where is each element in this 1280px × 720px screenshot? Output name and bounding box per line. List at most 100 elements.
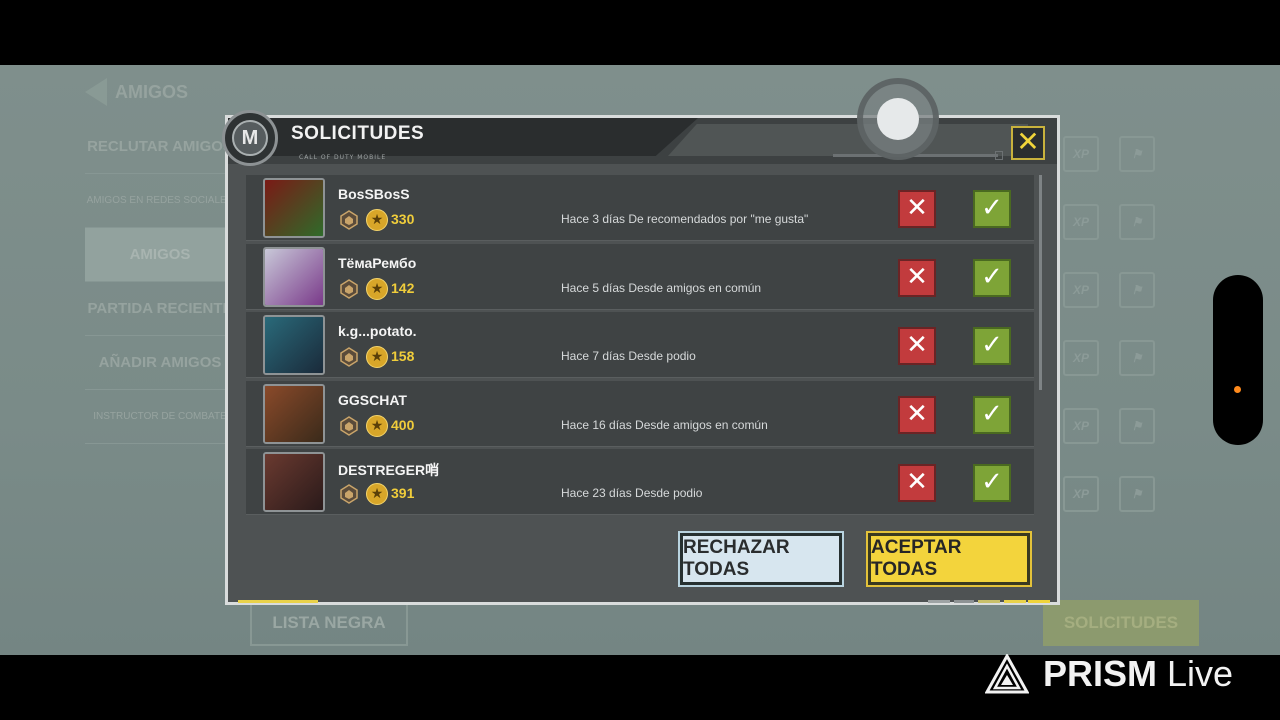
blacklist-button[interactable]: LISTA NEGRA	[250, 600, 408, 646]
player-level: 330	[391, 211, 415, 227]
bottom-dash	[954, 600, 974, 603]
bottom-dash	[1004, 600, 1026, 603]
request-row: BosSBosS ★ 330 Hace 3 días De recomendad…	[246, 175, 1034, 241]
player-avatar[interactable]	[263, 315, 325, 376]
player-name: k.g...potato.	[338, 323, 417, 340]
bottom-accent	[238, 600, 318, 603]
close-icon: ✕	[1016, 125, 1040, 158]
accept-request-button[interactable]: ✓	[973, 395, 1011, 434]
touch-indicator-center	[877, 98, 919, 140]
list-scrollbar[interactable]	[1039, 175, 1042, 390]
watermark-brand: PRISM	[1043, 653, 1158, 694]
request-row: k.g...potato. ★ 158 Hace 7 días Desde po…	[246, 312, 1034, 379]
player-name: BosSBosS	[338, 186, 410, 202]
player-level: 142	[391, 279, 415, 296]
request-source: Hace 7 días Desde podio	[561, 349, 696, 364]
player-avatar[interactable]	[263, 383, 325, 444]
friends-header[interactable]: AMIGOS	[85, 77, 188, 107]
gift-icon: ⚑	[1119, 136, 1155, 172]
player-level: 158	[391, 348, 415, 365]
avatar-image	[265, 248, 323, 305]
checkmark-icon: ✓	[981, 467, 1003, 498]
avatar-image	[265, 454, 323, 511]
request-source: Hace 5 días Desde amigos en común	[561, 280, 762, 295]
request-source: Hace 23 días Desde podio	[561, 486, 703, 501]
x-icon: ✕	[906, 330, 928, 361]
bottom-dash	[978, 600, 1000, 603]
prism-live-watermark: PRISM Live	[985, 653, 1233, 695]
friends-menu-item[interactable]: AMIGOS EN REDES SOCIALES	[85, 174, 235, 228]
header-slider-end	[995, 151, 1003, 160]
bottom-dash	[1028, 600, 1050, 603]
friends-menu-item[interactable]: INSTRUCTOR DE COMBATE	[85, 390, 235, 444]
requests-tab-button[interactable]: SOLICITUDES	[1043, 600, 1199, 646]
header-stripe	[668, 124, 1028, 156]
requests-dialog: SOLICITUDES CALL OF DUTY MOBILE ✕ M BosS…	[222, 110, 1060, 605]
gift-icon: ⚑	[1119, 408, 1155, 444]
request-source: Hace 3 días De recomendados por "me gust…	[561, 212, 809, 226]
avatar-image	[265, 180, 323, 236]
xp-icon: XP	[1063, 136, 1099, 172]
friends-menu-item[interactable]: PARTIDA RECIENTE	[85, 282, 235, 336]
level-star-icon: ★	[366, 209, 388, 231]
player-name: ТёмаРембо	[338, 254, 417, 271]
rank-badge-icon	[340, 484, 358, 505]
watermark-suffix: Live	[1167, 653, 1234, 694]
xp-icon: XP	[1063, 476, 1099, 512]
player-avatar[interactable]	[263, 246, 325, 307]
request-row: DESTREGER哨 ★ 391 Hace 23 días Desde podi…	[246, 449, 1034, 516]
reject-request-button[interactable]: ✕	[898, 464, 936, 503]
side-panel-row: XP ⚑	[1055, 324, 1205, 392]
side-panel-row: XP ⚑	[1055, 460, 1205, 528]
x-icon: ✕	[906, 193, 928, 223]
gift-icon: ⚑	[1119, 204, 1155, 240]
player-level: 391	[391, 485, 415, 502]
checkmark-icon: ✓	[981, 193, 1003, 223]
player-name: GGSCHAT	[338, 391, 407, 408]
accept-request-button[interactable]: ✓	[973, 258, 1011, 297]
accept-request-button[interactable]: ✓	[973, 464, 1011, 503]
rank-badge-icon	[340, 415, 358, 436]
reject-all-button[interactable]: RECHAZAR TODAS	[680, 533, 842, 585]
xp-icon: XP	[1063, 272, 1099, 308]
codm-logo-icon: M	[222, 110, 278, 166]
x-icon: ✕	[906, 261, 928, 292]
reject-request-button[interactable]: ✕	[898, 395, 936, 434]
player-avatar[interactable]	[263, 452, 325, 513]
reject-request-button[interactable]: ✕	[898, 327, 936, 366]
reject-request-button[interactable]: ✕	[898, 190, 936, 228]
level-star-icon: ★	[366, 414, 388, 437]
avatar-image	[265, 385, 323, 442]
side-panel-row: XP ⚑	[1055, 256, 1205, 324]
close-button[interactable]: ✕	[1011, 126, 1045, 160]
xp-icon: XP	[1063, 408, 1099, 444]
dialog-subtitle: CALL OF DUTY MOBILE	[299, 154, 387, 161]
accept-all-button[interactable]: ACEPTAR TODAS	[868, 533, 1030, 585]
request-list[interactable]: BosSBosS ★ 330 Hace 3 días De recomendad…	[246, 175, 1034, 520]
checkmark-icon: ✓	[981, 398, 1003, 429]
friends-title: AMIGOS	[115, 81, 189, 102]
watermark-text: PRISM Live	[1043, 653, 1233, 695]
side-capture-pill[interactable]	[1213, 275, 1263, 445]
rank-badge-icon	[340, 347, 358, 368]
request-row: ТёмаРембо ★ 142 Hace 5 días Desde amigos…	[246, 243, 1034, 310]
level-star-icon: ★	[366, 277, 388, 300]
friends-menu-item[interactable]: RECLUTAR AMIGOS	[85, 120, 235, 174]
rank-badge-icon	[340, 278, 358, 299]
codm-logo-letter: M	[232, 120, 268, 156]
player-name: DESTREGER哨	[338, 462, 440, 479]
back-arrow-icon[interactable]	[85, 78, 107, 106]
gift-icon: ⚑	[1119, 272, 1155, 308]
gift-icon: ⚑	[1119, 476, 1155, 512]
dialog-title: SOLICITUDES	[291, 123, 425, 144]
player-avatar[interactable]	[263, 178, 325, 238]
accept-request-button[interactable]: ✓	[973, 190, 1011, 228]
accept-request-button[interactable]: ✓	[973, 327, 1011, 366]
reject-request-button[interactable]: ✕	[898, 258, 936, 297]
avatar-image	[265, 317, 323, 374]
checkmark-icon: ✓	[981, 261, 1003, 292]
friends-menu-item[interactable]: AÑADIR AMIGOS	[85, 336, 235, 390]
gift-icon: ⚑	[1119, 340, 1155, 376]
friends-menu-item[interactable]: AMIGOS	[85, 228, 235, 282]
friends-side-panel: XP ⚑ XP ⚑ XP ⚑ XP ⚑ XP ⚑ XP ⚑	[1055, 120, 1205, 580]
